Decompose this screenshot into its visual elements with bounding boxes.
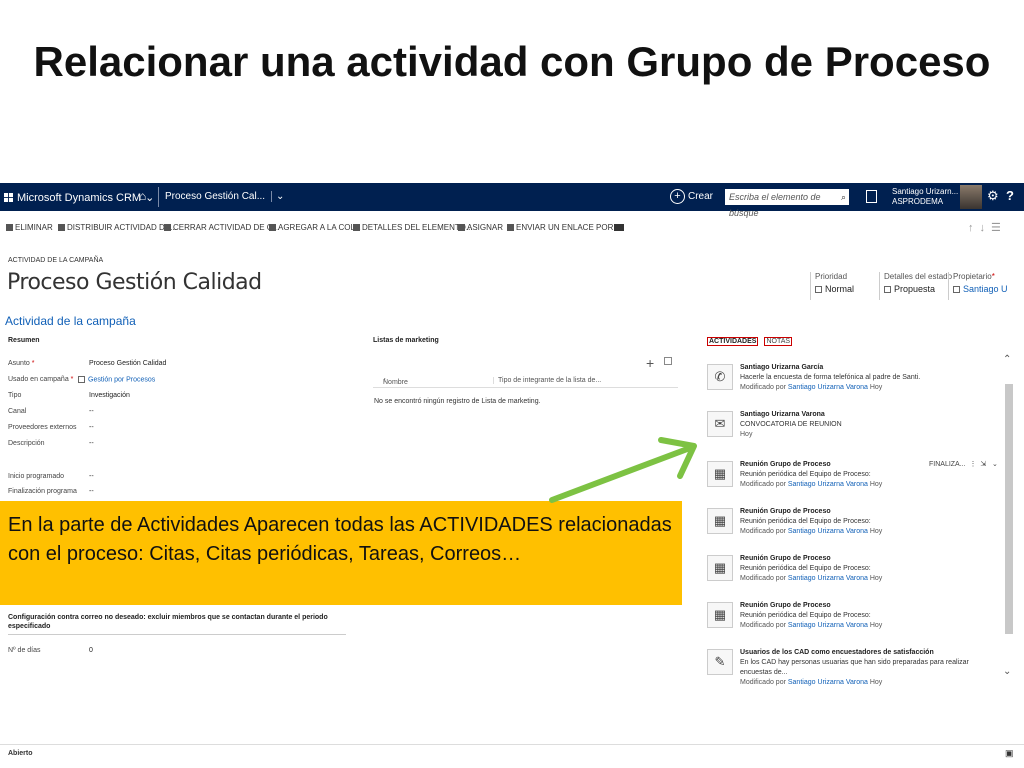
command-bar: ELIMINAR DISTRIBUIR ACTIVIDAD DE... CERR… <box>0 219 1024 239</box>
top-nav-bar: Microsoft Dynamics CRM ⌄ ⌂ Proceso Gesti… <box>0 183 1024 218</box>
owner-field[interactable]: Propietario* Santiago U <box>948 272 1024 300</box>
search-placeholder: Escriba el elemento de búsque <box>729 192 821 218</box>
callout-text: En la parte de Actividades Aparecen toda… <box>8 514 672 565</box>
section-title: Actividad de la campaña <box>5 314 136 328</box>
callout-box: En la parte de Actividades Aparecen toda… <box>0 501 682 605</box>
slide-title: Relacionar una actividad con Grupo de Pr… <box>33 38 991 85</box>
marketing-grid-header: Nombre ↑ Tipo de integrante de la lista … <box>373 375 678 388</box>
email-link-button[interactable]: ENVIAR UN ENLACE POR... <box>507 223 620 232</box>
item-details-button[interactable]: DETALLES DEL ELEMENTO... <box>353 223 473 232</box>
more-commands-button[interactable] <box>614 223 626 232</box>
recurring-appointment-icon: ▦ <box>707 555 733 581</box>
scroll-thumb[interactable] <box>1005 384 1013 634</box>
email-icon: ✉ <box>707 411 733 437</box>
search-icon[interactable]: ⌕ <box>841 189 846 205</box>
avatar[interactable] <box>960 185 982 209</box>
queue-icon <box>269 224 276 232</box>
lock-icon <box>884 286 891 294</box>
more-icon <box>614 224 624 232</box>
phone-call-icon: ✆ <box>707 364 733 390</box>
marketing-lists-heading: Listas de marketing <box>373 337 439 344</box>
recent-items-icon[interactable] <box>866 190 877 203</box>
gear-icon[interactable]: ⚙ <box>987 188 999 204</box>
grid-view-icon[interactable] <box>664 357 672 365</box>
windows-logo-icon <box>4 193 13 202</box>
distribute-activity-button[interactable]: DISTRIBUIR ACTIVIDAD DE... <box>58 223 177 232</box>
create-button[interactable]: + Crear <box>670 189 713 204</box>
brand-menu[interactable]: Microsoft Dynamics CRM ⌄ <box>4 191 154 204</box>
breadcrumb[interactable]: Proceso Gestión Cal... ⌄ <box>158 187 285 207</box>
add-icon[interactable]: + <box>646 355 654 371</box>
create-label: Crear <box>688 191 714 202</box>
user-org: ASPRODEMA <box>892 197 944 206</box>
tab-activities[interactable]: ACTIVIDADES <box>707 337 759 346</box>
link-icon <box>507 224 514 232</box>
user-name: Santiago Urizarn... <box>892 187 959 196</box>
status-detail-field[interactable]: Detalles del estado Propuesta <box>879 272 952 300</box>
record-nav-arrows[interactable]: ↑↓☰ <box>968 221 1007 234</box>
breadcrumb-label: Proceso Gestión Cal... <box>165 191 266 202</box>
entity-type: ACTIVIDAD DE LA CAMPAÑA <box>8 257 104 264</box>
scroll-down-icon[interactable]: ⌄ <box>1003 666 1011 677</box>
home-icon[interactable]: ⌂ <box>139 189 146 203</box>
record-title: Proceso Gestión Calidad <box>7 270 262 295</box>
chevron-down-icon: ⌄ <box>145 192 155 204</box>
assign-icon <box>458 224 465 232</box>
crm-window: Microsoft Dynamics CRM ⌄ ⌂ Proceso Gesti… <box>0 183 1024 768</box>
activity-tabs: ACTIVIDADES NOTAS <box>707 337 798 346</box>
delete-button[interactable]: ELIMINAR <box>6 223 53 232</box>
help-icon[interactable]: ? <box>1006 188 1014 203</box>
col-type[interactable]: Tipo de integrante de la lista de... <box>493 377 601 384</box>
lock-icon <box>78 376 85 383</box>
save-icon[interactable]: ▣ <box>1005 748 1014 759</box>
chevron-down-icon[interactable]: ⌄ <box>271 191 285 202</box>
distribute-icon <box>58 224 65 232</box>
recurring-appointment-icon: ▦ <box>707 508 733 534</box>
campaign-link[interactable]: Gestión por Procesos <box>88 376 155 383</box>
record-status: Abierto <box>8 750 33 757</box>
recurring-appointment-icon: ▦ <box>707 602 733 628</box>
details-icon <box>353 224 360 232</box>
task-icon: ✎ <box>707 649 733 675</box>
recurring-appointment-icon: ▦ <box>707 461 733 487</box>
priority-field[interactable]: Prioridad Normal <box>810 272 854 300</box>
search-input[interactable]: Escriba el elemento de búsque ⌕ <box>725 189 849 218</box>
subject-value[interactable]: Proceso Gestión Calidad <box>89 360 166 367</box>
trash-icon <box>6 224 13 232</box>
summary-heading: Resumen <box>8 337 40 344</box>
status-bar: Abierto ▣ <box>0 744 1024 765</box>
assign-button[interactable]: ASIGNAR <box>458 223 503 232</box>
user-info[interactable]: Santiago Urizarn... ASPRODEMA <box>892 187 958 207</box>
col-name[interactable]: Nombre ↑ <box>383 377 408 386</box>
lock-icon <box>953 286 960 294</box>
tab-notes[interactable]: NOTAS <box>764 337 793 346</box>
activities-scrollbar[interactable]: ⌃ ⌄ <box>1003 354 1013 684</box>
priority-label: Prioridad <box>815 272 848 281</box>
status-detail-label: Detalles del estado <box>884 272 953 281</box>
owner-label: Propietario <box>953 272 992 281</box>
marketing-empty-message: No se encontró ningún registro de Lista … <box>374 398 541 405</box>
close-activity-button[interactable]: CERRAR ACTIVIDAD DE C... <box>164 223 279 232</box>
brand-label: Microsoft Dynamics CRM <box>17 191 142 204</box>
activity-action-bar[interactable]: FINALIZA... ⋮ ⇲ ⌄ <box>929 460 998 468</box>
close-activity-icon <box>164 224 171 232</box>
plus-circle-icon: + <box>670 189 685 204</box>
lock-icon <box>815 286 822 294</box>
scroll-up-icon[interactable]: ⌃ <box>1003 354 1011 365</box>
config-heading: Configuración contra correo no deseado: … <box>8 613 346 635</box>
add-to-queue-button[interactable]: AGREGAR A LA COLA <box>269 223 360 232</box>
